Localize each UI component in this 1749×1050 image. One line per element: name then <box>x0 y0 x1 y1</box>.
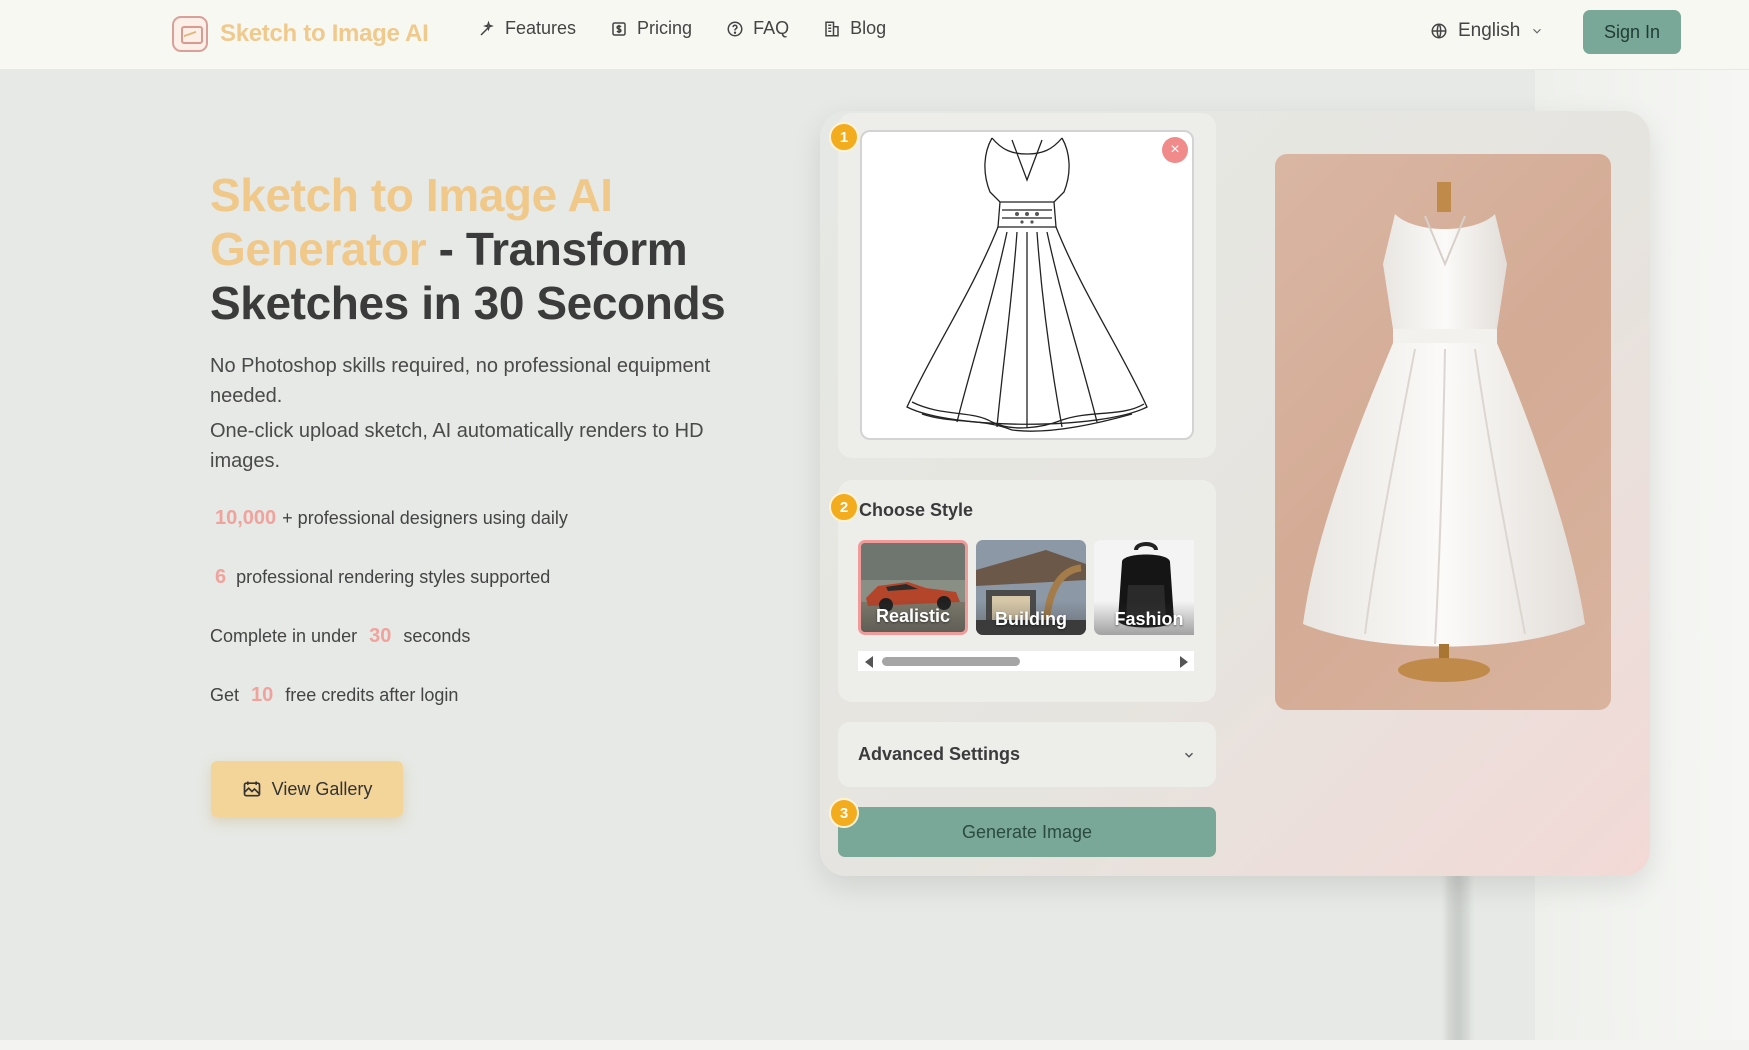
scroll-right-arrow-icon[interactable] <box>1180 656 1188 668</box>
hero-subtitle-1: No Photoshop skills required, no profess… <box>210 355 711 407</box>
style-carousel-scrollbar[interactable] <box>858 651 1194 671</box>
question-icon <box>727 21 743 36</box>
building-icon <box>825 21 839 36</box>
generate-image-button[interactable]: Generate Image <box>838 807 1216 857</box>
stat-suffix: free credits after login <box>285 685 459 705</box>
scroll-left-arrow-icon[interactable] <box>865 656 873 668</box>
globe-icon <box>1431 23 1447 39</box>
dollar-icon <box>612 21 626 36</box>
advanced-settings-label: Advanced Settings <box>858 744 1021 764</box>
nav-link-label: FAQ <box>753 18 790 38</box>
stat-prefix: Complete in under <box>210 626 358 646</box>
scrollbar-thumb[interactable] <box>882 657 1020 666</box>
stat-number: 6 <box>215 566 227 588</box>
chevron-down-icon <box>1533 28 1542 34</box>
step-badge-2: 2 <box>829 492 859 522</box>
style-option-realistic[interactable]: Realistic <box>858 540 968 635</box>
sparkle-icon <box>480 20 494 36</box>
nav-link-label: Pricing <box>637 18 693 38</box>
style-carousel: Realistic Building Fashion <box>858 540 1194 635</box>
logo-icon <box>172 16 208 52</box>
stat-designers: 10,000 + professional designers using da… <box>215 507 568 530</box>
view-gallery-button[interactable]: View Gallery <box>211 761 403 817</box>
stat-suffix: + professional designers using daily <box>282 508 568 528</box>
advanced-settings-toggle[interactable]: Advanced Settings <box>838 722 1216 787</box>
step-badge-1: 1 <box>829 122 859 152</box>
nav-link-label: Features <box>505 18 577 38</box>
brand-logo[interactable]: Sketch to Image AI <box>172 16 429 52</box>
language-selector[interactable]: English <box>1430 20 1544 42</box>
generated-result-image <box>1275 154 1611 710</box>
remove-sketch-button[interactable]: × <box>1162 137 1188 163</box>
choose-style-heading: Choose Style <box>859 500 974 520</box>
white-dress-image <box>1303 182 1585 682</box>
stat-suffix: seconds <box>403 626 471 646</box>
hero-title: Sketch to Image AI Generator - Transform… <box>210 168 730 330</box>
nav-link-label: Blog <box>850 18 887 38</box>
hero-subtitle-2: One-click upload sketch, AI automaticall… <box>210 420 704 472</box>
dress-sketch-image <box>906 137 1148 432</box>
uploaded-sketch[interactable] <box>860 130 1194 440</box>
background-bottom-strip <box>0 1040 1749 1050</box>
brand-name: Sketch to Image AI <box>220 20 429 47</box>
style-option-fashion[interactable]: Fashion <box>1094 540 1194 635</box>
style-option-label: Realistic <box>861 598 965 632</box>
style-option-label: Building <box>976 601 1086 635</box>
nav-link-faq[interactable]: FAQ <box>726 18 789 39</box>
style-option-label: Fashion <box>1094 601 1194 635</box>
stat-number: 10,000 <box>215 507 277 529</box>
nav-links: Features Pricing FAQ Blog <box>478 18 886 39</box>
top-navigation: Sketch to Image AI Features Pricing FAQ … <box>0 0 1749 70</box>
stat-credits: Get 10 free credits after login <box>210 684 458 707</box>
stat-styles: 6 professional rendering styles supporte… <box>215 566 550 589</box>
view-gallery-label: View Gallery <box>271 778 373 799</box>
chevron-down-icon <box>1184 752 1194 758</box>
stat-number: 10 <box>251 684 274 706</box>
step-badge-3: 3 <box>829 798 859 828</box>
stat-time: Complete in under 30 seconds <box>210 625 470 648</box>
stat-prefix: Get <box>210 685 240 705</box>
gallery-icon <box>243 781 260 797</box>
style-option-building[interactable]: Building <box>976 540 1086 635</box>
language-label: English <box>1458 20 1521 41</box>
nav-link-features[interactable]: Features <box>478 18 576 39</box>
nav-link-blog[interactable]: Blog <box>823 18 886 39</box>
stat-number: 30 <box>369 625 392 647</box>
sign-in-button[interactable]: Sign In <box>1583 10 1681 54</box>
stat-suffix: professional rendering styles supported <box>236 567 551 587</box>
nav-link-pricing[interactable]: Pricing <box>610 18 692 39</box>
